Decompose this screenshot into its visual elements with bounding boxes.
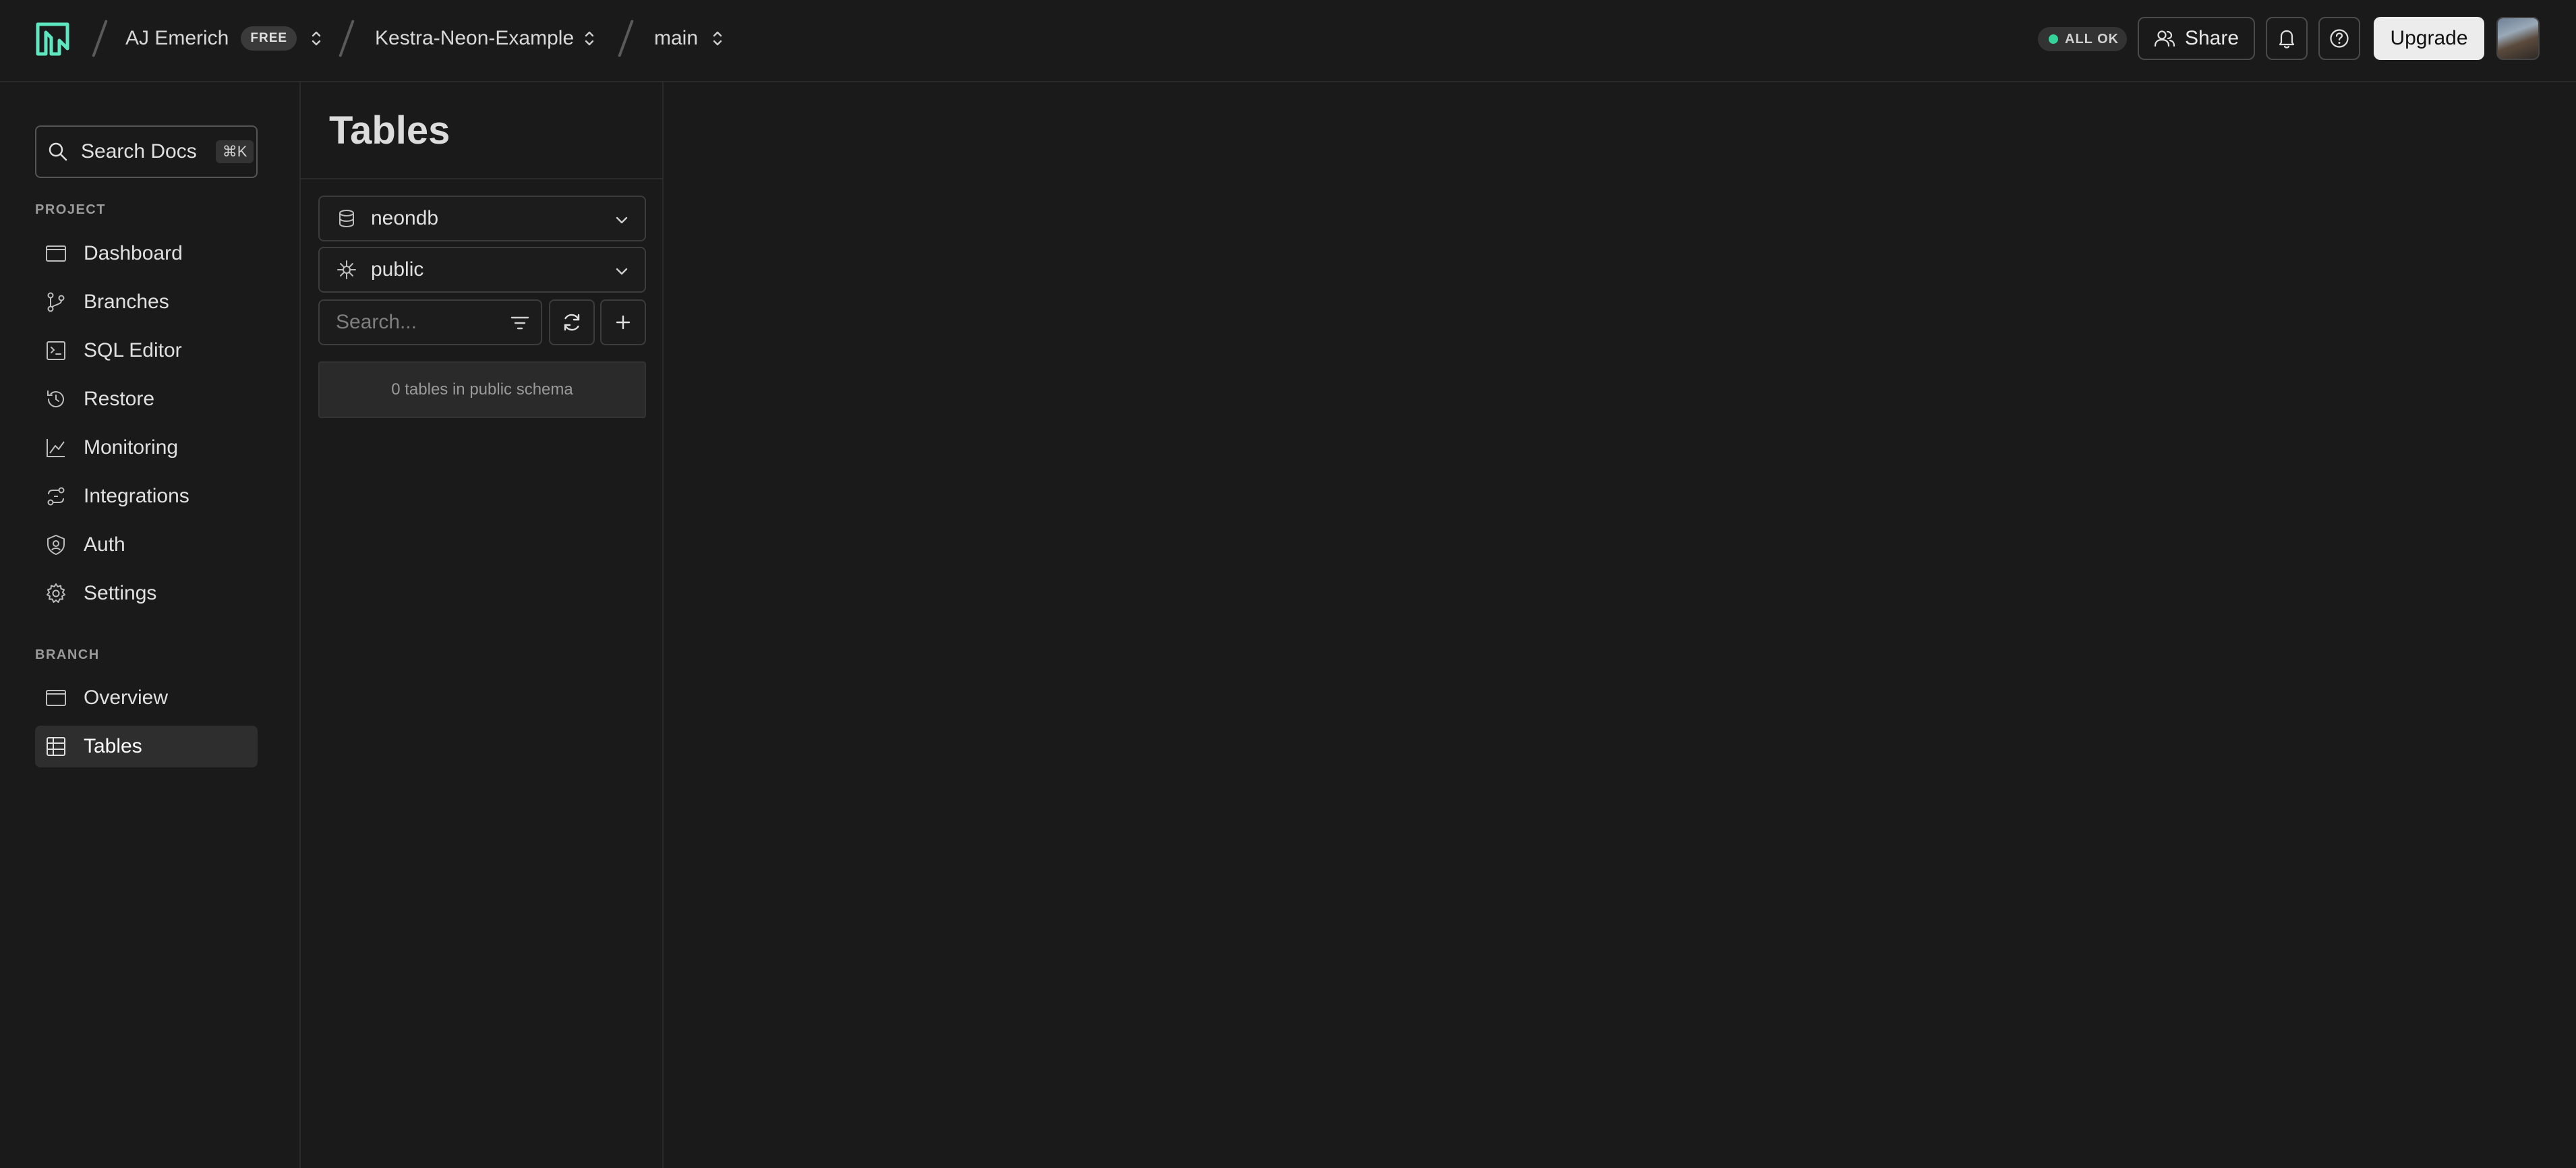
sidebar-item-label: Integrations <box>84 485 189 507</box>
sidebar-item-label: Settings <box>84 582 157 604</box>
sql-editor-icon <box>47 341 65 360</box>
status-dot-icon <box>2049 34 2058 44</box>
notifications-button[interactable] <box>2266 17 2308 60</box>
users-icon <box>2154 30 2175 47</box>
refresh-icon <box>564 314 580 331</box>
schema-select[interactable]: public <box>318 247 646 293</box>
chevron-down-icon <box>616 216 628 224</box>
top-bar: AJ Emerich FREE Kestra-Neon-Example main… <box>0 0 2576 82</box>
sidebar-item-auth[interactable]: Auth <box>35 524 258 566</box>
breadcrumb-separator <box>339 20 355 57</box>
search-docs-button[interactable]: Search Docs ⌘K <box>35 125 258 178</box>
plus-icon <box>616 315 631 330</box>
search-icon <box>49 142 67 161</box>
sidebar-item-label: Dashboard <box>84 242 183 264</box>
filter-icon[interactable] <box>510 314 530 332</box>
org-name: AJ Emerich <box>125 27 229 49</box>
org-switcher[interactable]: AJ Emerich FREE <box>125 22 324 55</box>
overview-icon <box>46 690 66 706</box>
sidebar-item-overview[interactable]: Overview <box>35 677 258 719</box>
restore-icon <box>47 390 64 408</box>
sidebar-item-monitoring[interactable]: Monitoring <box>35 427 258 469</box>
project-name: Kestra-Neon-Example <box>375 27 575 49</box>
status-badge[interactable]: ALL OK <box>2038 27 2127 51</box>
sidebar-item-integrations[interactable]: Integrations <box>35 475 258 517</box>
share-button[interactable]: Share <box>2138 17 2255 60</box>
table-search <box>318 299 542 345</box>
page-title: Tables <box>329 109 450 152</box>
database-select[interactable]: neondb <box>318 196 646 241</box>
tables-icon <box>47 737 65 756</box>
tables-panel: Tables neondb public Search... 0 tables … <box>301 82 664 1168</box>
branch-switcher[interactable]: main <box>654 22 725 55</box>
panel-header: Tables <box>301 82 662 179</box>
breadcrumb-separator <box>618 20 634 57</box>
sidebar-item-restore[interactable]: Restore <box>35 378 258 420</box>
empty-state-message: 0 tables in public schema <box>391 380 573 399</box>
schema-select-value: public <box>371 258 424 281</box>
sidebar-item-branches[interactable]: Branches <box>35 281 258 323</box>
chevron-down-icon <box>616 268 628 275</box>
gear-icon <box>47 583 65 603</box>
upgrade-button[interactable]: Upgrade <box>2374 17 2484 60</box>
integrations-icon <box>47 487 65 506</box>
sidebar-item-tables[interactable]: Tables <box>35 726 258 767</box>
help-icon <box>2330 29 2349 48</box>
branch-section-label: BRANCH <box>35 647 100 662</box>
monitoring-icon <box>47 439 65 457</box>
main-content-area <box>664 82 2576 1168</box>
project-switcher[interactable]: Kestra-Neon-Example <box>375 22 597 55</box>
database-select-value: neondb <box>371 207 439 229</box>
sidebar-item-label: Tables <box>84 735 142 757</box>
empty-state: 0 tables in public schema <box>318 361 646 418</box>
sidebar-item-dashboard[interactable]: Dashboard <box>35 233 258 274</box>
table-search-input[interactable] <box>320 311 495 334</box>
sidebar-item-settings[interactable]: Settings <box>35 573 258 614</box>
avatar[interactable] <box>2496 17 2540 60</box>
search-shortcut: ⌘K <box>215 140 254 163</box>
breadcrumb-separator <box>92 20 108 57</box>
schema-icon <box>337 260 356 279</box>
refresh-button[interactable] <box>549 299 595 345</box>
auth-icon <box>47 535 65 555</box>
plan-badge: FREE <box>241 26 297 51</box>
sidebar-item-label: SQL Editor <box>84 339 182 361</box>
share-label: Share <box>2184 27 2240 49</box>
sidebar-item-label: Restore <box>84 388 155 410</box>
upgrade-label: Upgrade <box>2390 27 2468 49</box>
sidebar-item-label: Monitoring <box>84 436 179 459</box>
chevron-updown-icon <box>713 31 722 46</box>
bell-icon <box>2279 30 2295 49</box>
help-button[interactable] <box>2318 17 2360 60</box>
sidebar: Search Docs ⌘K PROJECT Dashboard Branche… <box>0 82 301 1168</box>
dashboard-icon <box>46 245 66 262</box>
sidebar-item-label: Auth <box>84 533 125 556</box>
status-text: ALL OK <box>2065 31 2119 47</box>
chevron-updown-icon <box>585 31 594 46</box>
database-icon <box>339 210 354 228</box>
sidebar-item-label: Branches <box>84 291 169 313</box>
chevron-updown-icon <box>312 31 321 46</box>
project-section-label: PROJECT <box>35 202 106 217</box>
sidebar-item-sql-editor[interactable]: SQL Editor <box>35 330 258 372</box>
add-table-button[interactable] <box>600 299 646 345</box>
branches-icon <box>47 292 65 312</box>
branch-name: main <box>654 27 699 49</box>
search-docs-label: Search Docs <box>81 140 197 163</box>
sidebar-item-label: Overview <box>84 687 169 709</box>
neon-logo-icon[interactable] <box>34 20 71 58</box>
